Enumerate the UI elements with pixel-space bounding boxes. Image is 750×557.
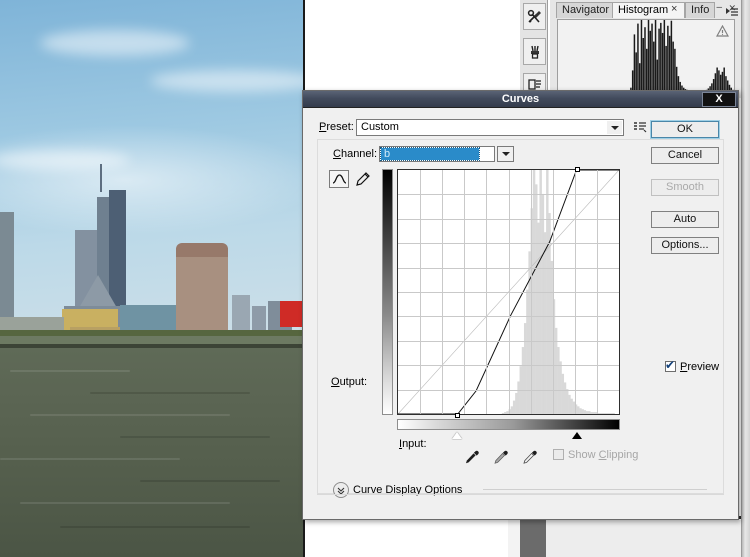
curve-tool-icon[interactable] — [329, 170, 349, 188]
document-canvas-photo[interactable] — [0, 0, 305, 557]
photo-cloud — [40, 30, 190, 56]
grid-line — [398, 340, 619, 342]
tools-icon[interactable] — [523, 3, 546, 30]
bottom-dock-block — [520, 519, 546, 557]
ok-button[interactable]: OK — [650, 120, 720, 139]
curve-control-point[interactable] — [454, 412, 460, 418]
grid-line — [398, 316, 619, 318]
warning-icon[interactable] — [715, 24, 730, 40]
preset-select[interactable]: Custom — [356, 119, 624, 136]
photo-cloud — [150, 70, 303, 92]
photo-wave — [120, 436, 270, 438]
input-label: Input: — [399, 438, 427, 450]
docked-tool-strip — [519, 0, 548, 100]
show-clipping-label: Show Clipping — [568, 449, 639, 461]
auto-button[interactable]: Auto — [651, 211, 719, 228]
grid-line — [574, 170, 576, 414]
channel-select[interactable]: b — [379, 146, 495, 162]
grid-line — [398, 389, 619, 391]
photo-wave — [0, 458, 180, 460]
white-input-slider[interactable] — [572, 432, 583, 439]
chevron-down-icon[interactable] — [607, 121, 622, 134]
preset-value: Custom — [361, 121, 399, 133]
preset-label: Preset: — [319, 121, 354, 133]
histogram-panel-chart — [557, 19, 735, 93]
close-icon[interactable]: X — [702, 92, 736, 107]
curves-dialog[interactable]: Curves X Preset: Custom Channel: b Outpu… — [302, 90, 739, 520]
smooth-button: Smooth — [651, 179, 719, 196]
photo-wave — [10, 370, 130, 372]
photo-wave — [140, 480, 280, 482]
photo-antenna — [100, 164, 102, 192]
output-gradient-bar — [382, 169, 393, 415]
output-label: Output: — [331, 376, 368, 388]
photo-wave — [90, 392, 250, 394]
preview-label: Preview — [680, 361, 720, 373]
input-gradient-bar — [397, 419, 620, 430]
channel-value: b — [380, 147, 480, 161]
grid-line — [398, 292, 619, 293]
curve-control-point[interactable] — [574, 166, 580, 172]
dialog-title-bar[interactable]: Curves X — [303, 91, 738, 108]
black-input-slider[interactable] — [452, 432, 463, 439]
preset-menu-icon[interactable] — [633, 120, 647, 134]
grid-line — [398, 365, 619, 367]
channel-label: Channel: — [333, 148, 378, 160]
photo-wave — [20, 502, 230, 504]
curve-graph[interactable] — [382, 169, 620, 431]
tab-navigator[interactable]: Navigator — [556, 2, 616, 18]
bottom-left-strip — [508, 519, 520, 557]
show-clipping-checkbox[interactable] — [553, 449, 564, 460]
panel-minimize-icon[interactable]: – — [716, 2, 722, 13]
bottom-dock-panel — [546, 519, 741, 557]
photo-wave — [60, 526, 250, 528]
set-white-point-eyedropper[interactable] — [521, 449, 538, 466]
set-gray-point-eyedropper[interactable] — [492, 449, 509, 466]
options-button[interactable]: Options... — [651, 237, 719, 254]
curve-grid[interactable] — [397, 169, 620, 415]
brush-history-icon[interactable] — [523, 38, 546, 65]
set-black-point-eyedropper[interactable] — [463, 449, 480, 466]
page-title: Curves — [501, 93, 540, 105]
divider — [483, 489, 707, 490]
tab-close-icon[interactable]: × — [671, 3, 677, 15]
histogram-panel: Navigator Histogram × Info – ✕ — [549, 0, 741, 98]
check-icon: ✔ — [665, 358, 676, 372]
histogram-bars — [628, 20, 734, 92]
pencil-tool-icon[interactable] — [352, 170, 372, 188]
grid-line — [596, 170, 598, 414]
photo-wave — [30, 414, 230, 416]
right-scrollbar-gutter[interactable] — [741, 0, 750, 557]
photo-building-crown — [176, 243, 228, 257]
panel-menu-icon[interactable] — [723, 5, 739, 19]
dialog-footer-divider — [317, 494, 724, 506]
grid-line — [530, 170, 532, 414]
chevron-down-icon[interactable] — [497, 146, 514, 162]
panel-tab-row: Navigator Histogram × Info – ✕ — [550, 2, 742, 18]
cancel-button[interactable]: Cancel — [651, 147, 719, 164]
grid-line — [552, 170, 554, 414]
tab-info[interactable]: Info — [685, 2, 716, 18]
photo-haze — [0, 120, 303, 240]
